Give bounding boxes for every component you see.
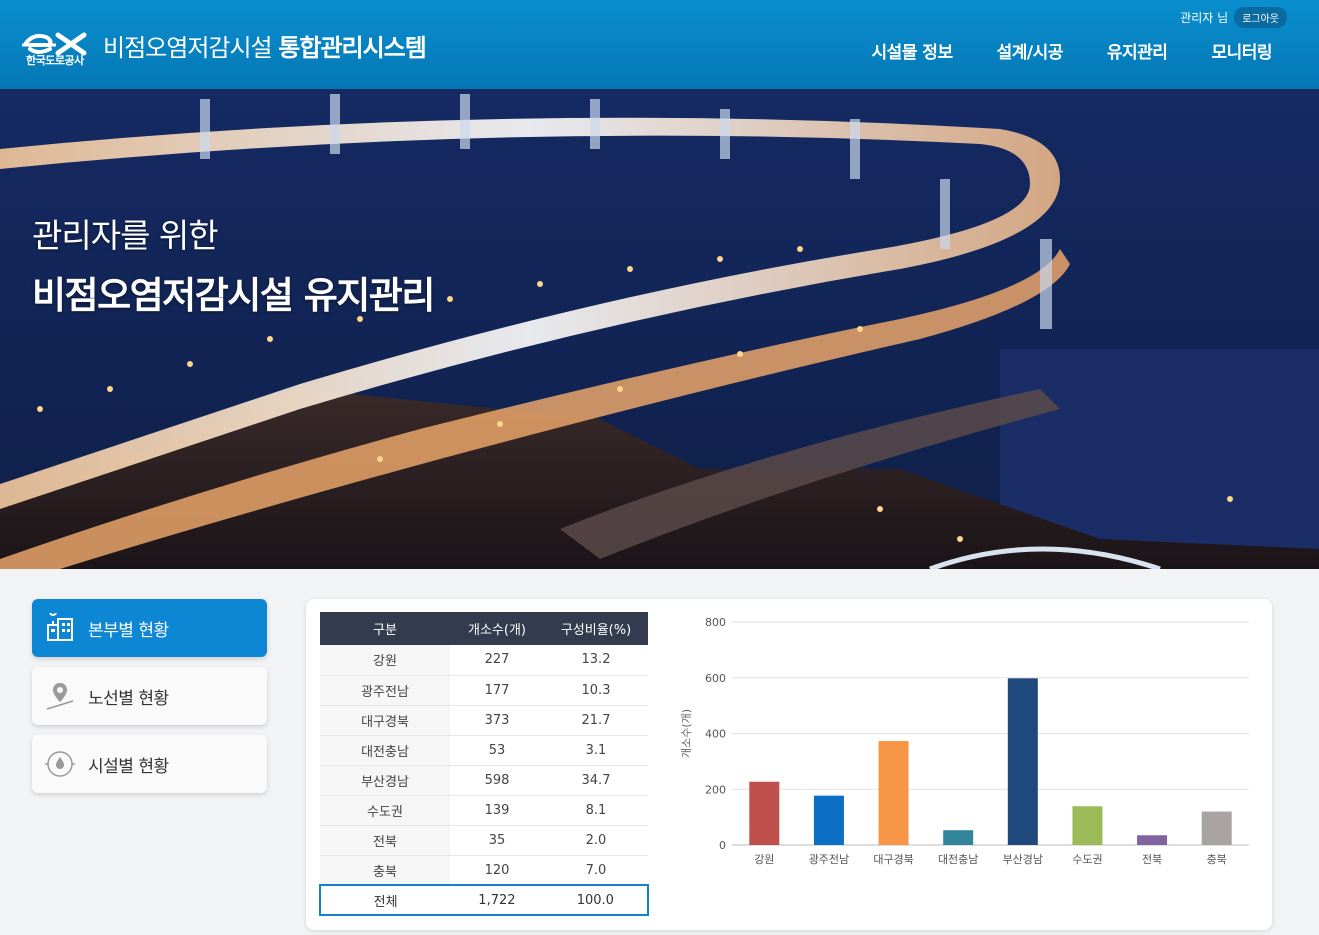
table-cell: 강원 [320, 645, 450, 676]
y-tick-label: 400 [705, 728, 726, 741]
table-cell: 598 [450, 765, 544, 796]
table-row: 부산경남 598 34.7 [320, 765, 648, 796]
x-tick-label: 전북 [1142, 853, 1162, 866]
stats-panel: 구분 개소수(개) 구성비율(%) 강원 227 13.2 광주전남 177 10.3 … [306, 599, 1272, 930]
x-tick-label: 광주전남 [809, 853, 849, 866]
y-tick-label: 0 [719, 839, 726, 852]
bar [878, 741, 909, 845]
table-cell: 21.7 [544, 705, 648, 736]
table-cell: 전북 [320, 825, 450, 856]
table-cell: 2.0 [544, 825, 648, 856]
site-title-prefix: 비점오염저감시설 [103, 34, 279, 62]
site-title-bold: 통합관리시스템 [278, 34, 427, 62]
side-item-hq-status[interactable]: 본부별 현황 [32, 599, 267, 657]
table-cell: 10.3 [544, 675, 648, 706]
bar [1072, 806, 1103, 845]
logout-button[interactable]: 로그아웃 [1234, 7, 1287, 28]
x-tick-label: 강원 [754, 853, 774, 866]
nav-monitoring[interactable]: 모니터링 [1211, 38, 1272, 63]
table-row: 광주전남 177 10.3 [320, 675, 648, 706]
nav-facility-info[interactable]: 시설물 정보 [871, 38, 953, 63]
table-cell: 광주전남 [320, 675, 450, 706]
table-cell: 13.2 [544, 645, 648, 676]
bar-chart: 0 200 400 600 800 개소수(개) 강원 광주전남 대구경북 대전충남 부산경남 수도권… [680, 616, 1249, 866]
table-cell: 53 [450, 735, 544, 766]
bar [813, 795, 844, 845]
x-tick-label: 수도권 [1072, 853, 1102, 866]
x-tick-label: 부산경남 [1003, 853, 1043, 866]
table-cell: 34.7 [544, 765, 648, 796]
table-cell: 177 [450, 675, 544, 706]
column-header: 구성비율(%) [544, 612, 648, 645]
hero-title: 비점오염저감시설 유지관리 [32, 274, 435, 317]
logo-text: 한국도로공사 [26, 54, 84, 67]
table-cell: 수도권 [320, 795, 450, 826]
site-title[interactable]: 비점오염저감시설 통합관리시스템 [103, 28, 427, 63]
bar [943, 830, 974, 845]
table-row: 강원 227 13.2 [320, 645, 648, 676]
total-ratio: 100.0 [576, 892, 614, 908]
total-label: 전체 [373, 894, 398, 910]
side-item-facility-status[interactable]: 시설별 현황 [32, 735, 267, 793]
y-axis-label: 개소수(개) [680, 709, 693, 758]
hero-banner: 관리자를 위한 비점오염저감시설 유지관리 [0, 89, 1319, 569]
table-header-row: 구분 개소수(개) 구성비율(%) [320, 612, 648, 645]
bar [1007, 678, 1038, 845]
table-cell: 227 [450, 645, 544, 676]
table-cell: 대구경북 [320, 705, 450, 736]
user-name: 관리자 님 [1180, 11, 1229, 25]
side-item-label: 노선별 현황 [88, 688, 169, 709]
user-area: 관리자 님 로그아웃 [1180, 7, 1287, 28]
nav-design-construction[interactable]: 설계/시공 [997, 38, 1064, 63]
table-cell: 373 [450, 705, 544, 736]
stats-table: 구분 개소수(개) 구성비율(%) 강원 227 13.2 광주전남 177 10.3 … [320, 612, 648, 886]
column-header: 개소수(개) [450, 612, 544, 645]
top-header: 한국도로공사 비점오염저감시설 통합관리시스템 관리자 님 로그아웃 시설물 정… [0, 0, 1319, 89]
table-total-row: 전체 1,722 100.0 [319, 884, 649, 916]
side-item-label: 시설별 현황 [88, 756, 169, 777]
x-tick-label: 대전충남 [938, 853, 978, 866]
map-pin-icon [44, 680, 76, 712]
table-row: 충북 120 7.0 [320, 855, 648, 886]
table-row: 대구경북 373 21.7 [320, 705, 648, 736]
table-cell: 139 [450, 795, 544, 826]
table-cell: 35 [450, 825, 544, 856]
nav-maintenance[interactable]: 유지관리 [1107, 38, 1168, 63]
total-count: 1,722 [478, 892, 516, 908]
side-menu: 본부별 현황 노선별 현황 시설별 현황 [32, 599, 267, 803]
water-drop-icon [44, 748, 76, 780]
table-cell: 대전충남 [320, 735, 450, 766]
table-cell: 충북 [320, 855, 450, 886]
bar [749, 781, 780, 845]
bar [1137, 835, 1168, 845]
column-header: 구분 [320, 612, 450, 645]
bridge-night-image [0, 89, 1319, 569]
y-tick-label: 800 [705, 616, 726, 629]
x-tick-label: 충북 [1207, 853, 1227, 866]
building-icon [44, 612, 76, 644]
table-cell: 8.1 [544, 795, 648, 826]
table-row: 수도권 139 8.1 [320, 795, 648, 826]
side-item-label: 본부별 현황 [88, 620, 169, 641]
y-tick-label: 200 [705, 783, 726, 796]
hero-subtitle: 관리자를 위한 [32, 216, 219, 255]
bar [1201, 811, 1232, 845]
side-item-route-status[interactable]: 노선별 현황 [32, 667, 267, 725]
table-cell: 3.1 [544, 735, 648, 766]
main-nav: 시설물 정보 설계/시공 유지관리 모니터링 [871, 38, 1272, 63]
table-cell: 부산경남 [320, 765, 450, 796]
table-cell: 120 [450, 855, 544, 886]
table-row: 전북 35 2.0 [320, 825, 648, 856]
y-tick-label: 600 [705, 672, 726, 685]
table-row: 대전충남 53 3.1 [320, 735, 648, 766]
x-tick-label: 대구경북 [873, 853, 913, 866]
table-cell: 7.0 [544, 855, 648, 886]
